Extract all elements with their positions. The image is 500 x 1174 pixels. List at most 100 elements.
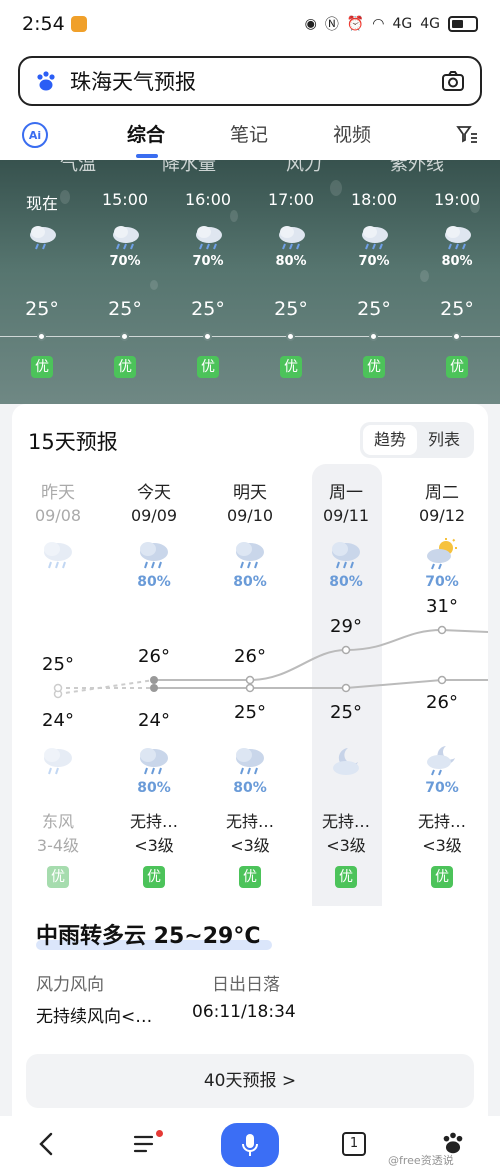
night-precip: 70% xyxy=(425,780,459,796)
air-quality-badge: 优 xyxy=(47,866,69,888)
sun-rain-cloud-icon xyxy=(427,538,457,570)
wind-level: <3级 xyxy=(326,836,366,855)
hourly-metric-tabs: 气温 降水量 风力 紫外线 xyxy=(0,160,500,175)
high-temp-dot xyxy=(437,625,447,635)
baidu-paw-icon xyxy=(34,69,58,93)
air-quality-badge: 优 xyxy=(114,356,136,378)
filter-icon[interactable] xyxy=(456,125,478,145)
rain-cloud-icon xyxy=(44,542,72,569)
hour-temp: 25° xyxy=(25,298,59,320)
low-temp-label: 24° xyxy=(138,710,170,731)
air-quality-badge: 优 xyxy=(280,356,302,378)
hour-temp-dot xyxy=(37,332,46,341)
rain-cloud-icon xyxy=(332,542,360,569)
hour-temp: 25° xyxy=(191,298,225,320)
low-temp-dot xyxy=(437,675,447,685)
search-box[interactable]: 珠海天气预报 xyxy=(18,56,482,106)
night-precip: 80% xyxy=(233,780,267,796)
low-temp-dot xyxy=(245,683,255,693)
hour-precip: 80% xyxy=(441,254,473,269)
wind-direction: 无持… xyxy=(321,812,370,831)
day-name: 周一 xyxy=(329,483,363,503)
rain-cloud-icon xyxy=(236,542,264,569)
wifi-icon: ◠ xyxy=(372,16,385,32)
toggle-trend[interactable]: 趋势 xyxy=(363,425,417,455)
sun-info-value: 06:11/18:34 xyxy=(192,1002,296,1022)
night-precip: 80% xyxy=(137,780,171,796)
low-temp-dot xyxy=(150,684,158,692)
hour-precip: 80% xyxy=(275,254,307,269)
rain-cloud-icon xyxy=(30,226,56,250)
toggle-list[interactable]: 列表 xyxy=(417,425,471,455)
nfc-icon: Ⓝ xyxy=(324,17,339,33)
forty-day-forecast-button[interactable]: 40天预报 > xyxy=(26,1054,474,1108)
more-forecast-card: 40天预报 > xyxy=(12,1040,488,1116)
day-summary: 中雨转多云 25~29°C 风力风向 无持续风向<… 日出日落 06:11/18… xyxy=(12,906,488,1040)
sun-info-label: 日出日落 xyxy=(212,975,280,995)
condition-title: 中雨转多云 25~29°C xyxy=(36,924,261,949)
alarm-icon: ⏰ xyxy=(346,16,365,32)
hour-time: 16:00 xyxy=(184,190,232,209)
low-temp-label: 26° xyxy=(426,692,458,713)
search-input[interactable]: 珠海天气预报 xyxy=(70,66,440,96)
signal-1-icon: 4G xyxy=(392,16,413,32)
air-quality-badge: 优 xyxy=(363,356,385,378)
ai-icon[interactable]: Ai xyxy=(22,122,48,148)
camera-icon[interactable] xyxy=(440,68,466,94)
tabs-count-button[interactable]: 1 xyxy=(342,1132,366,1156)
hour-temp-dot xyxy=(120,332,129,341)
rain-cloud-icon xyxy=(140,542,168,569)
day-date: 09/12 xyxy=(418,506,466,525)
hour-temp: 25° xyxy=(440,298,474,320)
wind-level: <3级 xyxy=(230,836,270,855)
hour-temp-dot xyxy=(452,332,461,341)
rain-cloud-icon xyxy=(44,748,72,775)
rain-cloud-icon xyxy=(140,748,168,775)
metric-tab-uv[interactable]: 紫外线 xyxy=(390,160,444,176)
hour-temp-dot xyxy=(203,332,212,341)
air-quality-badge: 优 xyxy=(197,356,219,378)
menu-icon[interactable] xyxy=(132,1132,158,1156)
low-temp-label: 25° xyxy=(330,702,362,723)
day-date: 09/11 xyxy=(322,506,370,525)
air-quality-badge: 优 xyxy=(446,356,468,378)
day-precip: 80% xyxy=(137,574,171,590)
hour-time: 现在 xyxy=(25,194,58,213)
day-name: 周二 xyxy=(425,483,459,503)
air-quality-badge: 优 xyxy=(143,866,165,888)
high-temp-label: 26° xyxy=(234,646,266,667)
day-date: 09/09 xyxy=(130,506,178,525)
high-temp-dot xyxy=(150,676,158,684)
hour-time: 18:00 xyxy=(350,190,398,209)
wind-level: <3级 xyxy=(422,836,462,855)
day-date: 09/10 xyxy=(226,506,274,525)
tab-video[interactable]: 视频 xyxy=(333,120,371,147)
hour-temp: 25° xyxy=(274,298,308,320)
metric-tab-wind[interactable]: 风力 xyxy=(286,160,322,176)
tab-notes[interactable]: 笔记 xyxy=(230,120,268,147)
status-icons: ◉ Ⓝ ⏰ ◠ 4G 4G xyxy=(305,14,478,34)
metric-tab-temp[interactable]: 气温 xyxy=(60,160,96,176)
hour-precip: 70% xyxy=(192,254,224,269)
high-temp-label: 29° xyxy=(330,616,362,637)
rain-cloud-icon xyxy=(196,226,222,250)
wind-direction: 无持… xyxy=(417,812,466,831)
wind-info-value: 无持续风向<… xyxy=(36,1007,153,1027)
day-name: 明天 xyxy=(233,483,267,503)
bottom-nav: 1 @free资透说 xyxy=(0,1116,500,1174)
back-icon[interactable] xyxy=(34,1130,60,1158)
voice-search-button[interactable] xyxy=(221,1123,279,1167)
high-temp-label: 31° xyxy=(426,596,458,617)
day-precip: 70% xyxy=(425,574,459,590)
tab-all[interactable]: 综合 xyxy=(127,120,165,147)
rain-cloud-icon xyxy=(236,748,264,775)
hour-time: 15:00 xyxy=(101,190,149,209)
day-date: 09/08 xyxy=(34,506,82,525)
day-name: 昨天 xyxy=(41,483,75,503)
metric-tab-rain[interactable]: 降水量 xyxy=(162,160,216,176)
rain-cloud-icon xyxy=(445,226,471,250)
hourly-temp-line xyxy=(0,336,500,337)
high-temp-dot xyxy=(245,675,255,685)
day-precip: 80% xyxy=(329,574,363,590)
low-temp-label: 24° xyxy=(42,710,74,731)
